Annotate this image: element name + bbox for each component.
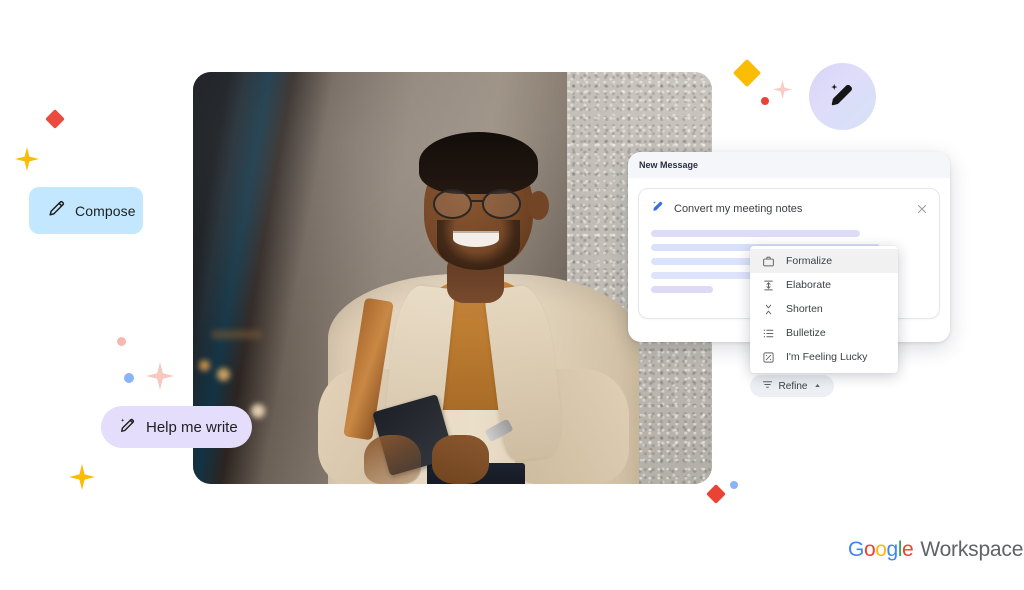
blue-dot-bottom: [730, 481, 738, 489]
yellow-star-left: [15, 147, 39, 171]
yellow-diamond-top-right: [732, 58, 762, 88]
collapse-vertical-icon: [762, 303, 775, 316]
person-smile: [452, 230, 500, 248]
blue-dot-left: [124, 373, 134, 383]
person-glasses-right-lens: [481, 189, 521, 219]
menu-item-label: Formalize: [786, 255, 833, 267]
help-me-write-label: Help me write: [146, 418, 238, 436]
menu-item-formalize[interactable]: Formalize: [750, 249, 898, 273]
bullet-list-icon: [762, 327, 775, 340]
person-glasses-left-lens: [432, 189, 473, 219]
skeleton-line: [651, 230, 860, 237]
workspace-wordmark: Workspace: [920, 538, 1024, 561]
shuffle-box-icon: [762, 351, 775, 364]
person-glasses-bridge: [471, 199, 485, 202]
red-dot-top-right: [761, 97, 769, 105]
menu-item-label: Shorten: [786, 303, 823, 315]
google-workspace-logo: Google Workspace: [848, 538, 1023, 562]
chevron-up-icon: [813, 377, 822, 395]
person-ear: [527, 191, 549, 221]
help-me-write-button[interactable]: Help me write: [101, 406, 252, 448]
page-root: Compose Help me write New Message Conver…: [0, 0, 1024, 590]
menu-item-elaborate[interactable]: Elaborate: [750, 273, 898, 297]
person-left-hand: [364, 434, 422, 484]
person-right-hand: [431, 434, 489, 484]
close-icon[interactable]: [915, 202, 929, 216]
person-hair: [418, 131, 539, 194]
skeleton-line: [651, 286, 713, 293]
red-diamond-top-left: [45, 109, 65, 129]
menu-item-im-feeling-lucky[interactable]: I'm Feeling Lucky: [750, 345, 898, 369]
new-message-header: New Message: [628, 152, 950, 178]
refine-button[interactable]: Refine: [750, 375, 834, 397]
compose-button-label: Compose: [75, 202, 136, 219]
red-diamond-bottom: [706, 484, 726, 504]
pink-star-top-right: [773, 80, 792, 99]
pink-star-left: [146, 362, 174, 390]
menu-item-bulletize[interactable]: Bulletize: [750, 321, 898, 345]
magic-pencil-icon: [651, 199, 665, 218]
google-wordmark: Google: [848, 538, 914, 561]
refine-label: Refine: [778, 380, 808, 392]
tune-icon: [762, 377, 773, 395]
prompt-text: Convert my meeting notes: [674, 202, 803, 215]
compose-button[interactable]: Compose: [29, 187, 143, 234]
pencil-icon: [47, 199, 66, 223]
yellow-star-bottom-left: [69, 464, 95, 490]
refine-dropdown-menu: Formalize Elaborate Shorten Bulletize I'…: [750, 246, 898, 373]
magic-pencil-badge: [809, 63, 876, 130]
prompt-row: Convert my meeting notes: [639, 189, 939, 218]
menu-item-label: Bulletize: [786, 327, 826, 339]
briefcase-icon: [762, 255, 775, 268]
expand-vertical-icon: [762, 279, 775, 292]
pink-dot-left: [117, 337, 126, 346]
magic-pencil-icon: [827, 79, 858, 115]
magic-pencil-icon: [118, 415, 138, 440]
new-message-title: New Message: [639, 160, 699, 170]
menu-item-label: I'm Feeling Lucky: [786, 351, 868, 363]
menu-item-label: Elaborate: [786, 279, 831, 291]
menu-item-shorten[interactable]: Shorten: [750, 297, 898, 321]
